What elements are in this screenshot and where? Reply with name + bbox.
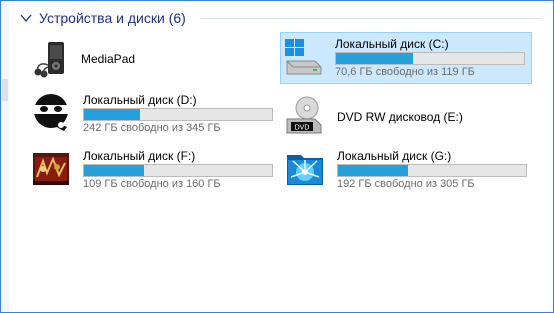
drive-name: Локальный диск (D:) (83, 93, 197, 107)
drive-free-space: 242 ГБ свободно из 345 ГБ (83, 122, 221, 134)
chevron-down-icon[interactable] (19, 11, 33, 25)
navigation-pane-marker (2, 79, 8, 101)
device-tile-mediapad[interactable]: MediaPad (27, 37, 277, 81)
drive-name: Локальный диск (G:) (337, 149, 452, 163)
drive-usage-fill (338, 165, 408, 176)
drive-usage-fill (84, 109, 141, 120)
drive-free-space: 70,6 ГБ свободно из 119 ГБ (335, 66, 475, 78)
drive-tile-e[interactable]: DVD DVD RW дисковод (E:) (283, 93, 533, 137)
drive-name: Локальный диск (C:) (335, 37, 449, 51)
drive-tile-g[interactable]: Локальный диск (G:) 192 ГБ свободно из 3… (283, 145, 533, 190)
group-divider (201, 18, 541, 19)
drive-usage-fill (84, 165, 145, 176)
group-header[interactable]: Устройства и диски (6) (19, 7, 186, 29)
device-name: MediaPad (81, 52, 136, 66)
drive-usage-fill (336, 53, 414, 64)
drive-tile-f[interactable]: Локальный диск (F:) 109 ГБ свободно из 1… (29, 145, 279, 190)
group-title: Устройства и диски (6) (39, 10, 186, 26)
drive-free-space: 192 ГБ свободно из 305 ГБ (337, 178, 475, 190)
dvd-icon-label: DVD (295, 125, 310, 132)
drive-usage-bar (83, 164, 273, 177)
dvd-drive-icon: DVD (286, 96, 322, 134)
ninja-drive-icon (34, 94, 68, 131)
explorer-window: Устройства и диски (6) MediaPad Локальны… (0, 0, 554, 313)
drive-usage-bar (337, 164, 527, 177)
drive-free-space: 109 ГБ свободно из 160 ГБ (83, 178, 221, 190)
drive-usage-bar (335, 52, 525, 65)
device-name: DVD RW дисковод (E:) (337, 110, 463, 124)
navigation-pane-edge (1, 1, 9, 312)
red-art-drive-icon (33, 153, 69, 185)
drive-name: Локальный диск (F:) (83, 149, 196, 163)
drive-usage-bar (83, 108, 273, 121)
media-player-icon (34, 42, 64, 78)
drive-tile-d[interactable]: Локальный диск (D:) 242 ГБ свободно из 3… (29, 89, 279, 134)
drive-tile-c[interactable]: Локальный диск (C:) 70,6 ГБ свободно из … (280, 32, 532, 84)
blue-swirl-drive-icon (287, 155, 323, 185)
windows-drive-icon (285, 39, 322, 75)
